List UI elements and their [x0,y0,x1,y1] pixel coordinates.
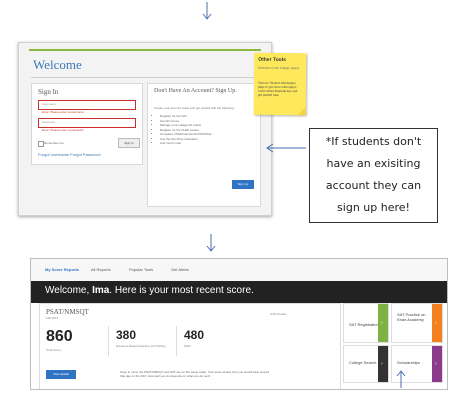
top-nav: My Score Reports All Reports Popular Too… [31,259,447,282]
score-card: PSAT/NMSQT Fall 2013 9-Dk Details 860 To… [39,303,341,389]
divider [31,77,259,78]
signin-title: Sign In [38,88,59,96]
password-field[interactable]: Password [38,118,136,128]
down-arrow-icon [202,2,212,20]
callout-line: have an exisiting [326,157,421,170]
signin-button[interactable]: Sign In [118,138,140,148]
signin-panel: Sign In Username Error: Please enter a u… [31,83,143,165]
nav-item[interactable]: My Score Reports [45,267,79,272]
details-link[interactable]: 9-Dk Details [270,312,286,316]
signup-title: Don't Have An Account? Sign Up. [154,88,237,94]
tile-sat-registration[interactable]: SAT Registration › [343,303,389,343]
total-label: Total Score [46,348,62,352]
forgot-links[interactable]: Forgot Username Forgot Password [38,152,100,157]
divider [176,326,177,356]
signup-panel: Don't Have An Account? Sign Up. Create y… [147,83,261,207]
left-arrow-icon [266,140,306,158]
signup-intro: Create your account today and get starte… [154,106,235,110]
other-tools-note: Other Tools Welcome to the College Board… [253,52,307,116]
password-error: Error: Please enter a password [42,128,84,132]
callout-line: *If students don't [325,135,422,148]
page-fold [297,107,306,116]
callout-line: sign up here! [337,201,410,214]
username-field[interactable]: Username [38,100,136,110]
ebrw-label: Evidence-Based Reading and Writing [116,344,166,348]
chevron-right-icon: › [432,304,442,342]
welcome-banner: Welcome, Ima. Here is your most recent s… [31,281,447,303]
nav-item[interactable]: Popular Tools [129,267,153,272]
welcome-message: Welcome, Ima. Here is your most recent s… [45,285,254,296]
ebrw-score: 380 [116,328,137,342]
chevron-right-icon: › [378,346,388,382]
other-tools-text: Welcome to the College Board. [258,65,300,71]
down-arrow-icon [206,234,216,252]
tile-khan-academy[interactable]: SAT Practice on Khan Academy › [391,303,443,343]
other-tools-title: Other Tools [258,56,286,64]
divider [108,326,109,356]
student-info-text[interactable]: Visit our Student Information page to ge… [258,81,302,97]
chevron-right-icon: › [378,304,388,342]
nav-item[interactable]: Get Alerts [171,267,189,272]
up-arrow-icon [396,370,406,393]
login-screenshot: Welcome Sign In Username Error: Please e… [18,42,272,216]
benefits-list: Register for the SAT Get AP scores Manag… [154,114,211,146]
math-score: 480 [184,328,205,342]
view-details-button[interactable]: View details [46,370,76,379]
nav-item[interactable]: All Reports [91,267,111,272]
remember-label: Remember me [44,141,64,145]
callout-line: account they can [325,179,422,192]
username-error: Error: Please enter a username [42,110,84,114]
math-label: Math [184,344,191,348]
chevron-right-icon: › [432,346,442,382]
list-item: Complete CSS/Financial Aid PROFILE [160,132,211,137]
signup-button[interactable]: Sign Up [232,180,254,189]
dashboard-screenshot: My Score Reports All Reports Popular Too… [30,258,448,390]
header-accent-line [29,49,261,51]
test-name: PSAT/NMSQT [46,308,89,316]
score-explanation: Keep in mind, the PSAT/NMSQT and SAT are… [120,370,270,378]
welcome-title: Welcome [33,57,82,72]
tile-college-search[interactable]: College Search › [343,345,389,383]
total-score: 860 [46,328,73,345]
test-date: Fall 2013 [46,316,59,320]
callout-box: *If students don't have an exisiting acc… [309,128,438,223]
list-item: And much more [160,141,211,146]
